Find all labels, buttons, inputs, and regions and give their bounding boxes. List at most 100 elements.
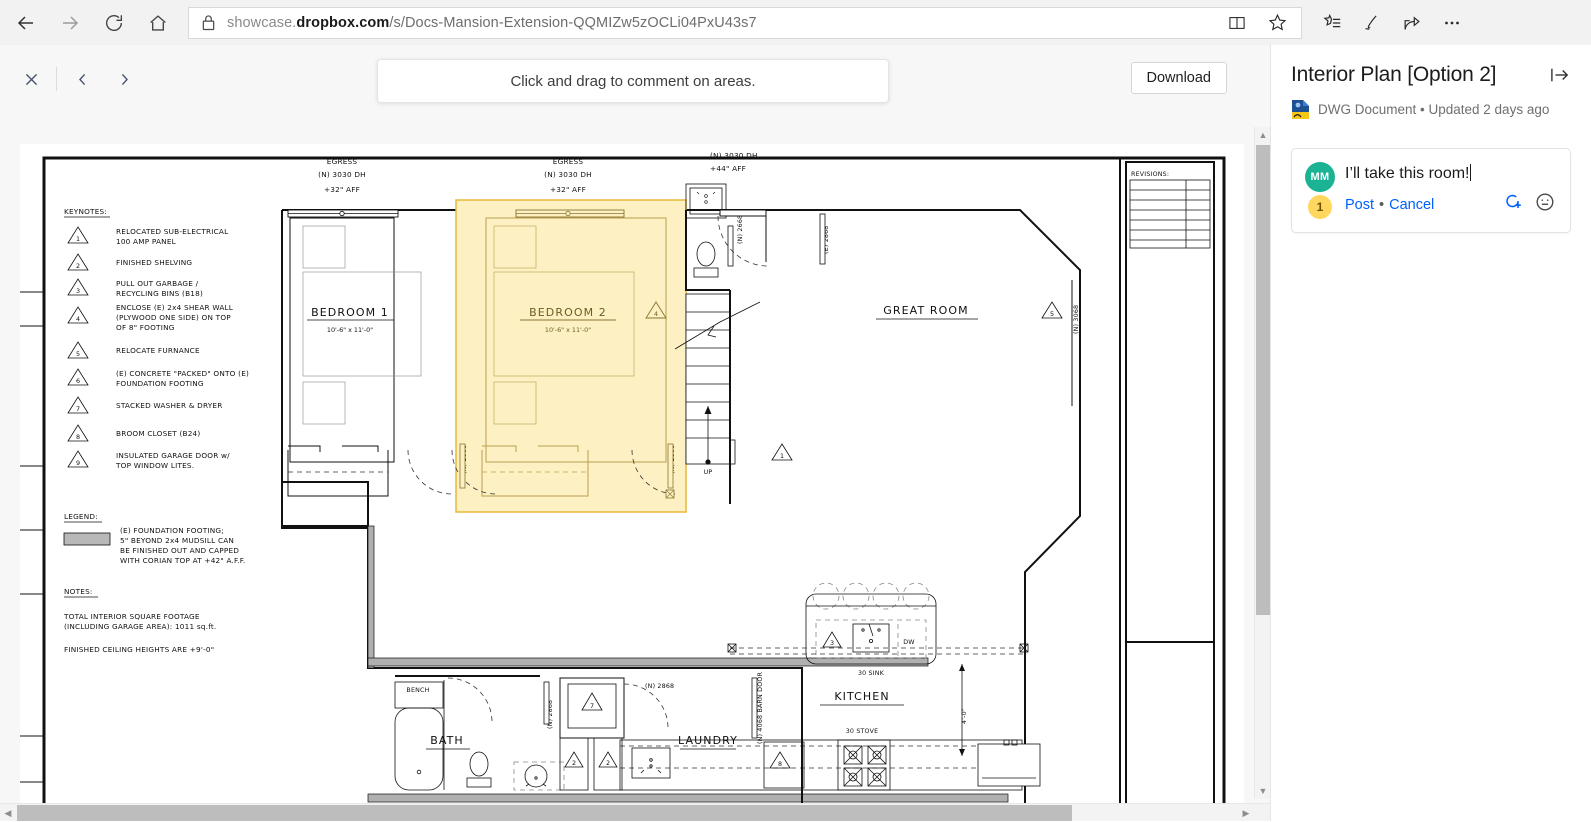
svg-text:30 STOVE: 30 STOVE (846, 728, 879, 735)
comment-actions: Post • Cancel (1345, 191, 1556, 218)
svg-text:9: 9 (76, 459, 80, 467)
svg-text:+32" AFF: +32" AFF (324, 185, 360, 194)
avatar: MM (1305, 162, 1335, 192)
keynote-marker-7: 7 (582, 693, 602, 710)
svg-text:(N) 4068 BARN DOOR: (N) 4068 BARN DOOR (757, 671, 764, 744)
notes-block: NOTES: TOTAL INTERIOR SQUARE FOOTAGE (IN… (63, 587, 216, 654)
file-meta: DWG Document • Updated 2 days ago (1291, 99, 1571, 120)
comment-hint: Click and drag to comment on areas. (377, 59, 889, 103)
keynote-marker-2b: 2 (599, 752, 617, 767)
forward-button[interactable] (48, 0, 92, 45)
scroll-left-icon[interactable]: ◀ (0, 804, 16, 822)
keynote-marker-2a: 2 (565, 752, 583, 767)
comment-text: I’ll take this room! (1345, 165, 1469, 182)
svg-text:STACKED WASHER & DRYER: STACKED WASHER & DRYER (116, 401, 223, 410)
svg-text:(E) CONCRETE "PACKED" ONTO (E): (E) CONCRETE "PACKED" ONTO (E) (116, 369, 249, 378)
room-label-kitchen: KITCHEN (834, 690, 889, 703)
svg-text:OF 8" FOOTING: OF 8" FOOTING (116, 323, 175, 332)
collapse-sidebar-button[interactable] (1549, 63, 1571, 89)
page-title: Interior Plan [Option 2] (1291, 63, 1496, 87)
svg-text:BE FINISHED OUT AND CAPPED: BE FINISHED OUT AND CAPPED (120, 546, 239, 555)
scroll-up-icon[interactable]: ▲ (1255, 127, 1271, 143)
keynotes-block: KEYNOTES: 1 RELOCATED SUB-ELECTRICAL 100… (64, 207, 249, 470)
previous-button[interactable] (61, 58, 103, 100)
svg-text:4: 4 (654, 310, 658, 318)
horizontal-scroll-thumb[interactable] (17, 805, 1072, 821)
svg-text:UP: UP (704, 469, 713, 476)
url-domain: dropbox.com (296, 15, 389, 31)
svg-text:8: 8 (778, 760, 782, 768)
svg-text:1: 1 (76, 235, 80, 243)
comment-avatar-group: MM 1 (1305, 162, 1345, 219)
svg-text:5" BEYOND 2x4 MUDSILL CAN: 5" BEYOND 2x4 MUDSILL CAN (120, 536, 234, 545)
svg-text:(PLYWOOD ONE SIDE) ON TOP: (PLYWOOD ONE SIDE) ON TOP (116, 313, 231, 322)
chevron-left-icon (75, 71, 90, 88)
cancel-button[interactable]: Cancel (1389, 197, 1434, 213)
comment-selection-highlight (456, 200, 686, 512)
url-text: showcase.dropbox.com/s/Docs-Mansion-Exte… (227, 15, 757, 31)
comment-icon-group (1502, 191, 1556, 218)
svg-text:+44" AFF: +44" AFF (710, 164, 746, 173)
home-icon (147, 12, 169, 34)
svg-text:TOP WINDOW LITES.: TOP WINDOW LITES. (115, 461, 194, 470)
add-reaction-button[interactable] (1502, 191, 1524, 218)
more-button[interactable] (1432, 3, 1472, 43)
back-arrow-icon (14, 11, 38, 35)
toolbar-divider (56, 67, 57, 91)
keynote-marker-1: 1 (772, 444, 792, 460)
vertical-scroll-thumb[interactable] (1256, 145, 1270, 615)
svg-text:FINISHED SHELVING: FINISHED SHELVING (116, 258, 192, 267)
room-label-bedroom-1: BEDROOM 1 (311, 306, 389, 319)
dwg-file-icon (1291, 99, 1310, 120)
horizontal-scrollbar[interactable]: ◀ ▶ (0, 803, 1270, 821)
address-bar[interactable]: showcase.dropbox.com/s/Docs-Mansion-Exte… (188, 7, 1302, 39)
post-button[interactable]: Post (1345, 197, 1374, 213)
keynote-marker-5: 5 (1042, 302, 1062, 318)
reading-view-button[interactable] (1217, 3, 1257, 43)
emoji-icon (1534, 191, 1556, 213)
svg-text:EGRESS: EGRESS (327, 157, 358, 166)
svg-text:1: 1 (780, 452, 784, 460)
back-button[interactable] (4, 0, 48, 45)
room-label-laundry: LAUNDRY (678, 734, 738, 747)
refresh-icon (103, 12, 125, 34)
scroll-right-icon[interactable]: ▶ (1238, 804, 1254, 822)
svg-text:2: 2 (76, 262, 80, 270)
download-button[interactable]: Download (1131, 62, 1228, 94)
favorites-list-button[interactable] (1312, 3, 1352, 43)
scroll-down-icon[interactable]: ▼ (1255, 783, 1271, 799)
refresh-button[interactable] (92, 0, 136, 45)
svg-text:TOTAL INTERIOR SQUARE FOOTAGE: TOTAL INTERIOR SQUARE FOOTAGE (63, 612, 200, 621)
svg-text:DW: DW (903, 639, 915, 646)
room-label-great-room: GREAT ROOM (883, 304, 968, 317)
viewer-toolbar: Click and drag to comment on areas. Down… (0, 45, 1270, 113)
emoji-button[interactable] (1534, 191, 1556, 218)
close-button[interactable] (10, 58, 52, 100)
comment-composer[interactable]: MM 1 I’ll take this room! Post • Cancel (1291, 148, 1571, 233)
text-caret (1470, 164, 1471, 181)
star-list-icon (1321, 12, 1343, 34)
svg-text:RECYCLING BINS (B18): RECYCLING BINS (B18) (116, 289, 203, 298)
legend-block: LEGEND: (E) FOUNDATION FOOTING; 5" BEYON… (64, 512, 246, 565)
keynote-item-5: 5 RELOCATE FURNANCE (68, 342, 200, 358)
svg-text:(E) FOUNDATION FOOTING;: (E) FOUNDATION FOOTING; (120, 526, 224, 535)
favorite-button[interactable] (1257, 3, 1297, 43)
room-dims-bedroom-1: 10'-6" x 11'-0" (327, 326, 373, 334)
next-button[interactable] (103, 58, 145, 100)
svg-text:2: 2 (572, 759, 576, 767)
comment-input[interactable]: I’ll take this room! (1345, 164, 1471, 184)
vertical-scrollbar[interactable]: ▲ ▼ (1254, 127, 1270, 799)
comment-body: I’ll take this room! Post • Cancel (1345, 162, 1556, 219)
room-label-bath: BATH (430, 734, 464, 747)
ellipsis-icon (1441, 12, 1463, 34)
floor-plan-canvas[interactable]: .ln { stroke:#111; fill:none; } .w3 { st… (20, 144, 1244, 804)
keynotes-title: KEYNOTES: (64, 207, 107, 216)
svg-text:4: 4 (76, 315, 80, 323)
home-button[interactable] (136, 0, 180, 45)
web-note-button[interactable] (1352, 3, 1392, 43)
comment-number-badge: 1 (1308, 195, 1332, 219)
svg-text:3: 3 (830, 639, 834, 647)
room-label-bedroom-2: BEDROOM 2 (529, 306, 607, 319)
svg-text:100 AMP PANEL: 100 AMP PANEL (116, 237, 177, 246)
share-button[interactable] (1392, 3, 1432, 43)
